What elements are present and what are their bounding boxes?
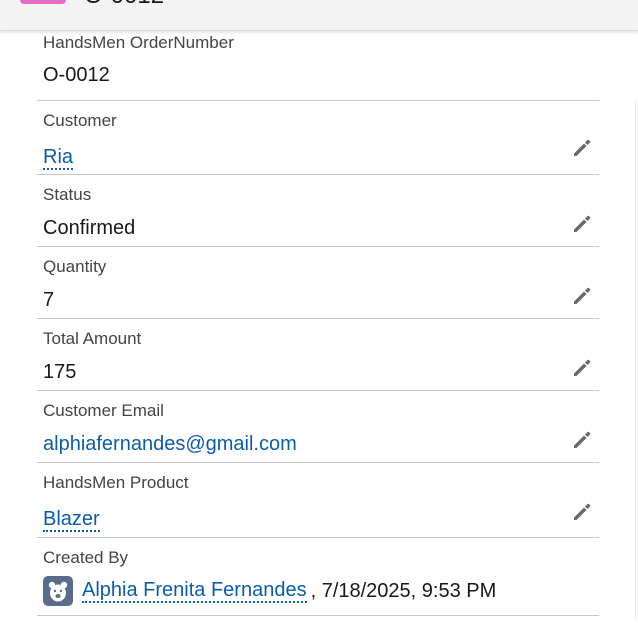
pencil-icon [574,287,591,304]
created-date: , 7/18/2025, 9:53 PM [310,579,497,602]
edit-product-button[interactable] [571,501,593,523]
field-label: Customer [43,111,117,130]
record-detail-fields: HandsMen OrderNumber O-0012 Customer Ria… [37,30,599,616]
field-created-by: Created By Alphia Frenita Fernandes , 7/… [37,538,599,616]
product-link[interactable]: Blazer [43,508,100,532]
bear-avatar-icon [43,576,73,606]
record-header: O-0012 [0,0,638,31]
field-value: 7 [43,289,55,311]
field-product: HandsMen Product Blazer [37,463,599,538]
created-by-user-link[interactable]: Alphia Frenita Fernandes [82,579,307,603]
field-label: HandsMen Product [43,473,189,492]
panel-divider [635,100,636,620]
customer-link[interactable]: Ria [43,146,74,170]
edit-customer-email-button[interactable] [571,429,593,451]
field-customer: Customer Ria [37,101,599,175]
field-value: Confirmed [43,217,136,239]
edit-customer-button[interactable] [571,137,593,159]
field-label: Status [43,185,92,204]
pencil-icon [574,359,591,376]
field-total-amount: Total Amount 175 [37,319,599,391]
record-title: O-0012 [84,0,164,8]
customer-email-link[interactable]: alphiafernandes@gmail.com [43,433,297,456]
edit-quantity-button[interactable] [571,285,593,307]
field-label: HandsMen OrderNumber [43,33,234,52]
created-by-value: Alphia Frenita Fernandes , 7/18/2025, 9:… [43,576,496,606]
field-value: O-0012 [43,64,110,86]
pencil-icon [574,431,591,448]
edit-status-button[interactable] [571,213,593,235]
field-label: Customer Email [43,401,164,420]
field-label: Quantity [43,257,107,276]
field-quantity: Quantity 7 [37,247,599,319]
field-order-number: HandsMen OrderNumber O-0012 [37,30,599,101]
field-label: Created By [43,548,129,567]
record-type-icon [20,0,66,4]
field-value: 175 [43,361,77,383]
pencil-icon [574,139,591,156]
field-customer-email: Customer Email alphiafernandes@gmail.com [37,391,599,463]
pencil-icon [574,503,591,520]
field-label: Total Amount [43,329,142,348]
pencil-icon [574,215,591,232]
field-status: Status Confirmed [37,175,599,247]
edit-total-amount-button[interactable] [571,357,593,379]
